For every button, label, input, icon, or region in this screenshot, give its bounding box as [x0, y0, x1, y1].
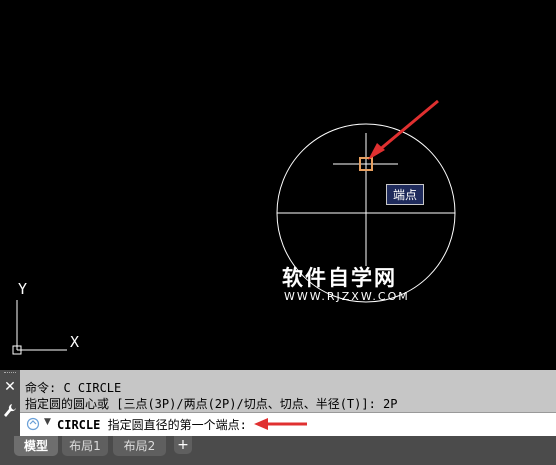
panel-grip[interactable] [4, 372, 16, 377]
command-panel-sidebar: ✕ [0, 370, 20, 436]
endpoint-snap-tooltip: 端点 [386, 184, 424, 205]
command-history: 命令: C CIRCLE 指定圆的圆心或 [三点(3P)/两点(2P)/切点、切… [20, 370, 556, 412]
command-line-panel: ✕ 命令: C CIRCLE 指定圆的圆心或 [三点(3P)/两点(2P)/切点… [0, 370, 556, 436]
history-line-2: 指定圆的圆心或 [三点(3P)/两点(2P)/切点、切点、半径(T)]: 2P [25, 397, 398, 411]
watermark: 软件自学网 WWW.RJZXW.COM [282, 266, 410, 304]
layout-tabs: 模型 布局1 布局2 + [0, 436, 556, 465]
wrench-icon[interactable] [3, 403, 17, 419]
command-prompt: CIRCLE 指定圆直径的第一个端点: [57, 416, 247, 433]
command-icon[interactable] [26, 417, 40, 431]
add-layout-button[interactable]: + [174, 436, 192, 454]
tab-layout2[interactable]: 布局2 [113, 436, 166, 456]
history-line-1: 命令: C CIRCLE [25, 381, 122, 395]
watermark-subtitle: WWW.RJZXW.COM [284, 290, 410, 303]
command-name: CIRCLE [57, 418, 101, 432]
watermark-title: 软件自学网 [282, 266, 397, 290]
annotation-arrow-left [254, 418, 307, 430]
command-input[interactable]: ▼ CIRCLE 指定圆直径的第一个端点: [20, 412, 556, 436]
tab-layout1[interactable]: 布局1 [62, 436, 108, 456]
drawing-canvas[interactable]: 端点 Y X 软件自学网 WWW.RJZXW.COM [0, 0, 556, 370]
command-prompt-text: 指定圆直径的第一个端点: [107, 418, 247, 432]
ucs-y-label: Y [18, 280, 28, 298]
close-icon[interactable]: ✕ [3, 380, 17, 394]
tab-model[interactable]: 模型 [14, 436, 58, 456]
drawing-svg [12, 99, 456, 355]
ucs-x-label: X [70, 333, 80, 351]
chevron-down-icon[interactable]: ▼ [44, 417, 51, 427]
